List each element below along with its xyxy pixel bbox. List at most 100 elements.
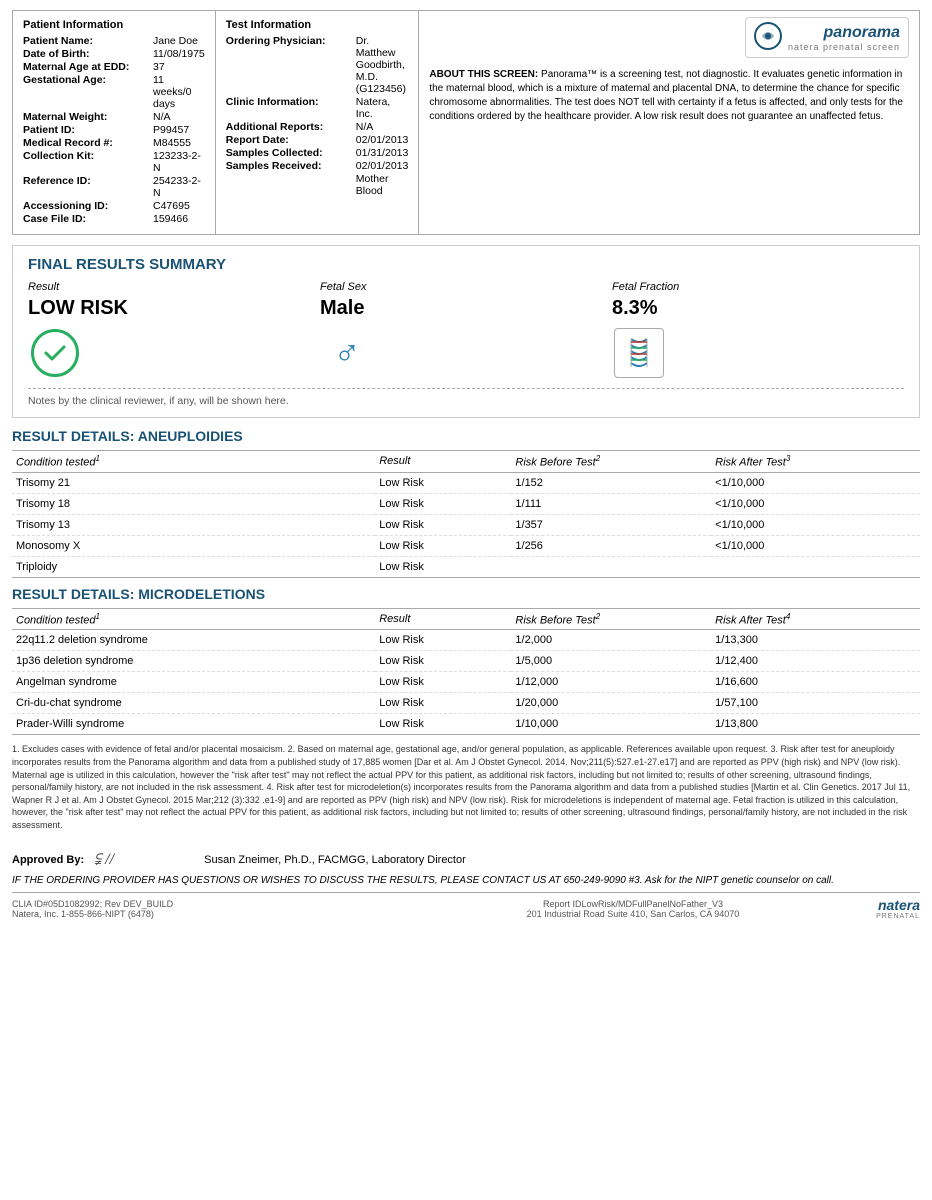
microdeletions-header-row: Condition tested1 Result Risk Before Tes… [12,608,920,630]
panorama-logo-icon [754,22,782,53]
result-label: Result [28,281,300,293]
risk-before-cell: 1/2,000 [511,630,711,651]
collection-kit-label: Collection Kit: [23,150,153,174]
case-file-value: 159466 [153,213,188,225]
patient-id-label: Patient ID: [23,124,153,136]
natera-prenatal-text: natera prenatal screen [788,42,900,52]
accession-id-row: Accessioning ID: C47695 [23,200,205,212]
footer-logo-area: natera PRENATAL [840,897,920,920]
additional-reports-row: Additional Reports: N/A [226,121,409,133]
reference-id-row: Reference ID: 254233-2-N [23,175,205,199]
clinic-info-row: Clinic Information: Natera, Inc. [226,96,409,120]
accession-id-value: C47695 [153,200,190,212]
maternal-age-label: Maternal Age at EDD: [23,61,153,73]
risk-after-cell: <1/10,000 [711,493,920,514]
microdeletions-col-risk-before: Risk Before Test2 [511,608,711,630]
risk-before-cell: 1/20,000 [511,693,711,714]
risk-before-cell: 1/152 [511,472,711,493]
condition-cell: Triploidy [12,556,375,577]
table-row: Triploidy Low Risk [12,556,920,577]
footer-bottom: CLIA ID#05D1082992; Rev DEV_BUILD Natera… [12,892,920,920]
fetal-fraction-value: 8.3% [612,297,884,320]
result-cell: Low Risk [375,651,511,672]
aneuploidies-title: RESULT DETAILS: ANEUPLOIDIES [12,428,920,444]
accession-id-label: Accessioning ID: [23,200,153,212]
condition-cell: Angelman syndrome [12,672,375,693]
male-symbol-icon: ♂ [334,332,361,374]
samples-received-label: Samples Received: [226,160,356,172]
collection-kit-row: Collection Kit: 123233-2-N [23,150,205,174]
natera-footer-logo-text: natera [840,897,920,913]
condition-cell: Trisomy 13 [12,514,375,535]
aneuploidies-section: RESULT DETAILS: ANEUPLOIDIES Condition t… [12,428,920,578]
fetal-sex-label: Fetal Sex [320,281,592,293]
panorama-text: panorama [788,24,900,42]
report-date-row: Report Date: 02/01/2013 [226,134,409,146]
samples-received-value: 02/01/2013 [356,160,409,172]
condition-cell: Trisomy 18 [12,493,375,514]
result-value: LOW RISK [28,297,300,320]
approval-section: Approved By: ⫋ // Susan Zneimer, Ph.D., … [12,851,920,869]
risk-after-cell: 1/13,800 [711,714,920,735]
fetal-fraction-label: Fetal Fraction [612,281,884,293]
result-cell: Low Risk [375,535,511,556]
microdeletions-section: RESULT DETAILS: MICRODELETIONS Condition… [12,586,920,736]
case-file-label: Case File ID: [23,213,153,225]
natera-logo-area: panorama natera prenatal screen [419,11,919,60]
risk-after-cell: 1/12,400 [711,651,920,672]
fetal-sex-value: Male [320,297,592,320]
risk-after-cell: 1/16,600 [711,672,920,693]
table-row: 1p36 deletion syndrome Low Risk 1/5,000 … [12,651,920,672]
condition-cell: Prader-Willi syndrome [12,714,375,735]
risk-before-cell: 1/357 [511,514,711,535]
footer-center: Report IDLowRisk/MDFullPanelNoFather_V3 … [426,899,840,919]
dna-icon [614,328,664,378]
clinical-notes: Notes by the clinical reviewer, if any, … [28,388,904,407]
condition-cell: Monosomy X [12,535,375,556]
microdeletions-table: Condition tested1 Result Risk Before Tes… [12,608,920,736]
risk-before-cell: 1/5,000 [511,651,711,672]
medical-record-value: M84555 [153,137,191,149]
patient-info-panel: Patient Information Patient Name: Jane D… [13,11,216,234]
result-cell: Low Risk [375,472,511,493]
aneuploidies-col-risk-after: Risk After Test3 [711,451,920,473]
table-row: Trisomy 21 Low Risk 1/152 <1/10,000 [12,472,920,493]
report-date-value: 02/01/2013 [356,134,409,146]
address-line: 201 Industrial Road Suite 410, San Carlo… [426,909,840,919]
sample-type-row: Mother Blood [226,173,409,197]
approved-by-label: Approved By: [12,854,84,866]
test-info-panel: Test Information Ordering Physician: Dr.… [216,11,420,234]
table-row: Trisomy 18 Low Risk 1/111 <1/10,000 [12,493,920,514]
fetal-sex-col: Fetal Sex Male ♂ [320,281,612,380]
footer-left: CLIA ID#05D1082992; Rev DEV_BUILD Natera… [12,899,426,919]
maternal-age-value: 37 [153,61,165,73]
aneuploidies-col-risk-before: Risk Before Test2 [511,451,711,473]
result-cell: Low Risk [375,693,511,714]
result-cell: Low Risk [375,630,511,651]
risk-after-cell: 1/13,300 [711,630,920,651]
about-section: ABOUT THIS SCREEN: Panorama™ is a screen… [419,60,919,234]
result-cell: Low Risk [375,493,511,514]
medical-record-row: Medical Record #: M84555 [23,137,205,149]
gestational-age-label: Gestational Age: [23,74,153,110]
condition-cell: Trisomy 21 [12,472,375,493]
ordering-physician-value: Dr. Matthew Goodbirth, M.D. (G123456) [356,35,409,95]
samples-received-row: Samples Received: 02/01/2013 [226,160,409,172]
samples-collected-value: 01/31/2013 [356,147,409,159]
fetal-fraction-col: Fetal Fraction 8.3% [612,281,904,380]
natera-address: Natera, Inc. 1-855-866-NIPT (6478) [12,909,426,919]
risk-before-cell: 1/12,000 [511,672,711,693]
reference-id-value: 254233-2-N [153,175,205,199]
maternal-weight-label: Maternal Weight: [23,111,153,123]
header-section: Patient Information Patient Name: Jane D… [12,10,920,235]
dob-value: 11/08/1975 [153,48,205,60]
logo-box: panorama natera prenatal screen [745,17,909,58]
summary-grid: Result LOW RISK Fetal Sex Male ♂ [28,281,904,380]
checkmark-icon [31,329,79,377]
aneuploidies-table: Condition tested1 Result Risk Before Tes… [12,450,920,578]
fetal-fraction-icon [612,326,666,380]
additional-reports-value: N/A [356,121,374,133]
reference-id-label: Reference ID: [23,175,153,199]
patient-name-row: Patient Name: Jane Doe [23,35,205,47]
sample-type-label [226,173,356,197]
